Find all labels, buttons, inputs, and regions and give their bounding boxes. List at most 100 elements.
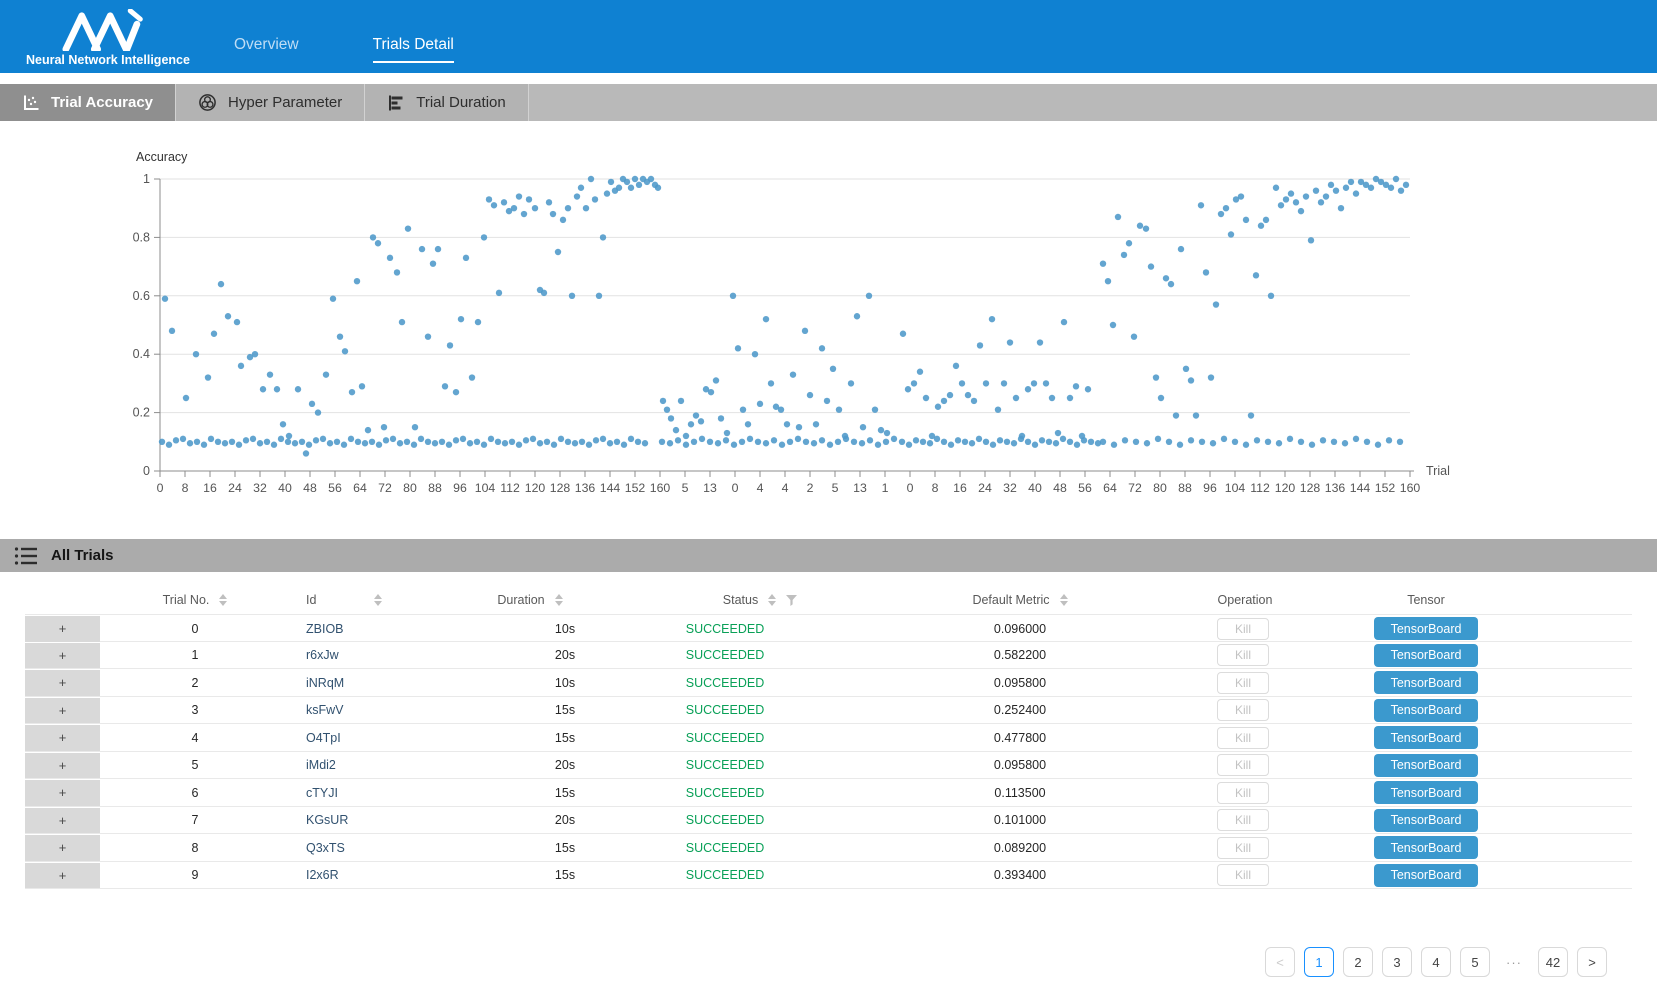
scatter-point[interactable]: [1293, 199, 1299, 205]
scatter-point[interactable]: [884, 430, 890, 436]
scatter-point[interactable]: [375, 240, 381, 246]
scatter-point[interactable]: [467, 440, 473, 446]
scatter-point[interactable]: [848, 380, 854, 386]
scatter-point[interactable]: [1001, 380, 1007, 386]
scatter-point[interactable]: [636, 182, 642, 188]
scatter-point[interactable]: [430, 260, 436, 266]
scatter-point[interactable]: [1019, 433, 1025, 439]
scatter-point[interactable]: [496, 290, 502, 296]
scatter-point[interactable]: [1049, 395, 1055, 401]
scatter-point[interactable]: [1253, 272, 1259, 278]
scatter-point[interactable]: [180, 436, 186, 442]
scatter-point[interactable]: [745, 421, 751, 427]
scatter-point[interactable]: [693, 412, 699, 418]
scatter-point[interactable]: [511, 205, 517, 211]
scatter-point[interactable]: [574, 193, 580, 199]
scatter-point[interactable]: [1025, 439, 1031, 445]
scatter-point[interactable]: [872, 406, 878, 412]
scatter-point[interactable]: [778, 406, 784, 412]
scatter-point[interactable]: [387, 255, 393, 261]
scatter-point[interactable]: [990, 442, 996, 448]
scatter-point[interactable]: [1333, 187, 1339, 193]
scatter-point[interactable]: [819, 437, 825, 443]
scatter-point[interactable]: [530, 436, 536, 442]
tensorboard-button[interactable]: TensorBoard: [1374, 754, 1478, 777]
scatter-point[interactable]: [735, 345, 741, 351]
scatter-point[interactable]: [1046, 439, 1052, 445]
scatter-point[interactable]: [1031, 380, 1037, 386]
scatter-point[interactable]: [655, 185, 661, 191]
kill-button[interactable]: Kill: [1217, 754, 1269, 776]
scatter-point[interactable]: [796, 424, 802, 430]
scatter-point[interactable]: [1060, 436, 1066, 442]
scatter-point[interactable]: [763, 316, 769, 322]
scatter-point[interactable]: [323, 371, 329, 377]
scatter-point[interactable]: [169, 328, 175, 334]
scatter-point[interactable]: [763, 440, 769, 446]
scatter-point[interactable]: [1223, 205, 1229, 211]
scatter-point[interactable]: [596, 293, 602, 299]
scatter-point[interactable]: [1313, 187, 1319, 193]
scatter-point[interactable]: [989, 316, 995, 322]
scatter-point[interactable]: [616, 185, 622, 191]
scatter-point[interactable]: [698, 418, 704, 424]
scatter-point[interactable]: [678, 398, 684, 404]
scatter-point[interactable]: [447, 342, 453, 348]
scatter-point[interactable]: [1348, 179, 1354, 185]
scatter-point[interactable]: [1100, 260, 1106, 266]
scatter-point[interactable]: [442, 383, 448, 389]
scatter-point[interactable]: [724, 430, 730, 436]
scatter-point[interactable]: [229, 439, 235, 445]
scatter-point[interactable]: [1268, 293, 1274, 299]
scatter-point[interactable]: [757, 401, 763, 407]
scatter-point[interactable]: [621, 442, 627, 448]
scatter-point[interactable]: [183, 395, 189, 401]
scatter-point[interactable]: [1168, 281, 1174, 287]
scatter-point[interactable]: [592, 196, 598, 202]
nav-overview[interactable]: Overview: [228, 36, 305, 63]
scatter-point[interactable]: [194, 439, 200, 445]
tab-hyper-parameter[interactable]: Hyper Parameter: [176, 84, 365, 121]
scatter-point[interactable]: [1067, 395, 1073, 401]
scatter-point[interactable]: [453, 437, 459, 443]
tab-trial-duration[interactable]: Trial Duration: [365, 84, 528, 121]
scatter-point[interactable]: [274, 386, 280, 392]
scatter-point[interactable]: [1178, 246, 1184, 252]
tensorboard-button[interactable]: TensorBoard: [1374, 726, 1478, 749]
scatter-point[interactable]: [425, 439, 431, 445]
scatter-point[interactable]: [1398, 187, 1404, 193]
scatter-point[interactable]: [891, 436, 897, 442]
scatter-point[interactable]: [1288, 190, 1294, 196]
scatter-point[interactable]: [359, 383, 365, 389]
scatter-point[interactable]: [205, 374, 211, 380]
scatter-point[interactable]: [516, 193, 522, 199]
scatter-point[interactable]: [355, 439, 361, 445]
scatter-point[interactable]: [1137, 223, 1143, 229]
kill-button[interactable]: Kill: [1217, 618, 1269, 640]
scatter-point[interactable]: [555, 249, 561, 255]
scatter-point[interactable]: [1273, 185, 1279, 191]
scatter-point[interactable]: [1213, 301, 1219, 307]
scatter-point[interactable]: [337, 333, 343, 339]
scatter-point[interactable]: [565, 205, 571, 211]
page-button-4[interactable]: 4: [1421, 947, 1451, 977]
scatter-point[interactable]: [349, 389, 355, 395]
scatter-point[interactable]: [913, 437, 919, 443]
scatter-point[interactable]: [250, 436, 256, 442]
scatter-point[interactable]: [526, 196, 532, 202]
sort-duration[interactable]: [555, 594, 563, 606]
scatter-point[interactable]: [905, 386, 911, 392]
scatter-point[interactable]: [558, 436, 564, 442]
tensorboard-button[interactable]: TensorBoard: [1374, 836, 1478, 859]
scatter-point[interactable]: [236, 442, 242, 448]
sort-default-metric[interactable]: [1060, 594, 1068, 606]
scatter-point[interactable]: [1105, 278, 1111, 284]
page-button-3[interactable]: 3: [1382, 947, 1412, 977]
scatter-point[interactable]: [425, 333, 431, 339]
scatter-point[interactable]: [193, 351, 199, 357]
scatter-point[interactable]: [1163, 275, 1169, 281]
scatter-point[interactable]: [691, 439, 697, 445]
scatter-point[interactable]: [397, 440, 403, 446]
scatter-point[interactable]: [1276, 440, 1282, 446]
scatter-point[interactable]: [271, 442, 277, 448]
